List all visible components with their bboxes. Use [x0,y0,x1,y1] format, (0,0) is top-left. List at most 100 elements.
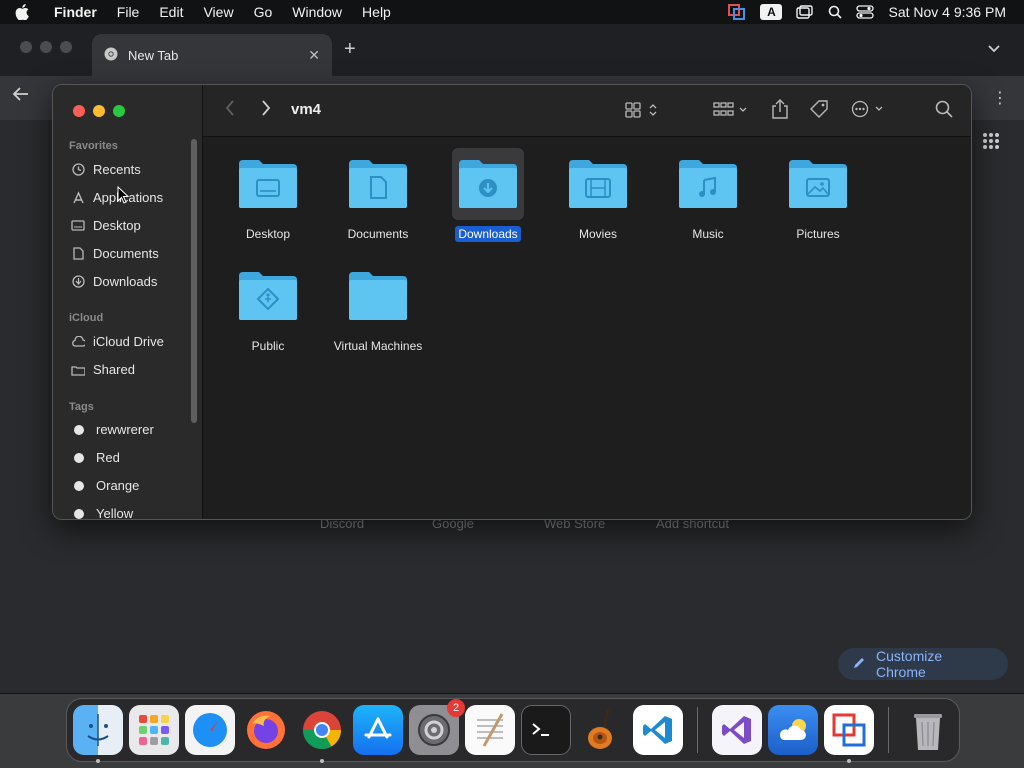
pencil-icon [852,656,866,673]
downloads-folder-icon [452,148,524,220]
tab-search-chevron-icon[interactable] [988,40,1000,58]
documents-folder-icon [342,148,414,220]
finder-window: Favorites Recents Applications Desktop D… [52,84,972,520]
pictures-folder-icon [782,148,854,220]
dock-trash-icon[interactable] [903,705,953,755]
clock-icon [71,163,85,176]
folder-label: Desktop [245,227,291,241]
spotlight-search-icon[interactable] [828,5,843,19]
menu-go[interactable]: Go [244,4,283,20]
new-tab-button[interactable]: + [344,38,356,61]
sidebar-tag-red[interactable]: Red [71,450,120,465]
sidebar-item-downloads[interactable]: Downloads [71,274,157,289]
chrome-tab-strip: New Tab ✕ + [0,24,1024,76]
menu-help[interactable]: Help [352,4,401,20]
sidebar-tag-yellow[interactable]: Yellow [71,506,133,519]
more-actions-icon[interactable] [851,100,887,123]
tag-dot-icon [74,424,84,435]
chrome-window-controls [20,41,72,53]
chrome-menu-icon[interactable]: ⋮ [992,88,1008,108]
dock-separator [888,707,889,753]
tag-dot-icon [74,480,84,491]
folder-item-movies[interactable]: Movies [543,148,653,242]
screen-mirroring-icon[interactable] [796,5,814,19]
input-source-icon[interactable]: A [760,4,783,20]
folder-item-pictures[interactable]: Pictures [763,148,873,242]
finder-minimize-button[interactable] [93,105,105,117]
menu-clock[interactable]: Sat Nov 4 9:36 PM [888,4,1006,20]
chrome-close-button[interactable] [20,41,32,53]
folder-label: Music [692,227,724,241]
finder-zoom-button[interactable] [113,105,125,117]
chrome-favicon-icon [104,47,118,64]
menu-edit[interactable]: Edit [149,4,193,20]
chrome-zoom-button[interactable] [60,41,72,53]
music-folder-icon [672,148,744,220]
folder-item-music[interactable]: Music [653,148,763,242]
folder-item-documents[interactable]: Documents [323,148,433,242]
sidebar-item-icloud-drive[interactable]: iCloud Drive [71,334,164,349]
folder-label: Pictures [796,227,840,241]
folder-item-public[interactable]: Public [213,260,323,354]
sidebar-tag-orange[interactable]: Orange [71,478,139,493]
running-indicator [96,759,100,763]
dock-app-store-icon[interactable] [353,705,403,755]
dock-weather-icon[interactable] [768,705,818,755]
google-apps-icon[interactable] [982,132,1000,155]
finder-close-button[interactable] [73,105,85,117]
finder-window-controls [73,105,125,117]
sidebar-item-shared[interactable]: Shared [71,362,135,377]
dock-safari-icon[interactable] [185,705,235,755]
share-icon[interactable] [771,98,789,125]
tag-dot-icon [74,508,84,519]
download-icon [71,275,85,288]
icon-view-toggle-icon[interactable] [625,101,659,124]
running-indicator [847,759,851,763]
parallels-status-icon[interactable] [728,4,746,20]
sidebar-section-icloud: iCloud [69,312,104,324]
group-by-icon[interactable] [713,101,749,124]
forward-chevron-icon[interactable] [261,99,271,122]
folder-label: Downloads [455,226,521,242]
folder-item-desktop[interactable]: Desktop [213,148,323,242]
tab-close-icon[interactable]: ✕ [308,47,320,64]
menu-window[interactable]: Window [282,4,352,20]
sidebar-item-label: Red [96,450,120,465]
dock-finder-icon[interactable] [73,705,123,763]
folder-item-virtual-machines[interactable]: Virtual Machines [323,260,433,354]
sidebar-tag-rewwrerer[interactable]: rewwrerer [71,422,154,437]
folder-item-downloads[interactable]: Downloads [433,148,543,242]
menu-app-name[interactable]: Finder [44,4,107,20]
tab-new-tab[interactable]: New Tab ✕ [92,34,332,76]
mouse-cursor-icon [117,185,130,209]
menu-view[interactable]: View [193,4,243,20]
menu-file[interactable]: File [107,4,150,20]
document-icon [71,247,85,260]
sidebar-item-documents[interactable]: Documents [71,246,159,261]
dock-terminal-icon[interactable] [521,705,571,755]
dock-chrome-icon[interactable] [297,705,347,763]
sidebar-scrollbar[interactable] [191,139,197,423]
dock-vscode-icon[interactable] [633,705,683,755]
notification-badge: 2 [447,699,465,717]
control-center-icon[interactable] [856,5,875,19]
tag-icon[interactable] [809,99,829,124]
apple-menu-icon[interactable] [0,4,44,20]
dock-garageband-icon[interactable] [577,705,627,755]
movies-folder-icon [562,148,634,220]
dock-parallels-icon[interactable] [824,705,874,763]
dock-firefox-icon[interactable] [241,705,291,755]
sidebar-item-recents[interactable]: Recents [71,162,141,177]
sidebar-item-desktop[interactable]: Desktop [71,218,141,233]
customize-chrome-button[interactable]: Customize Chrome [838,648,1008,680]
dock-system-settings-icon[interactable]: 2 [409,699,465,755]
tag-dot-icon [74,452,84,463]
dock-visual-studio-icon[interactable] [712,705,762,755]
dock-textedit-icon[interactable] [465,705,515,755]
back-chevron-icon[interactable] [225,99,235,122]
chrome-minimize-button[interactable] [40,41,52,53]
dock-launchpad-icon[interactable] [129,705,179,755]
back-arrow-icon[interactable] [12,86,30,107]
search-icon[interactable] [935,100,953,123]
menu-bar: Finder File Edit View Go Window Help A S… [0,0,1024,24]
